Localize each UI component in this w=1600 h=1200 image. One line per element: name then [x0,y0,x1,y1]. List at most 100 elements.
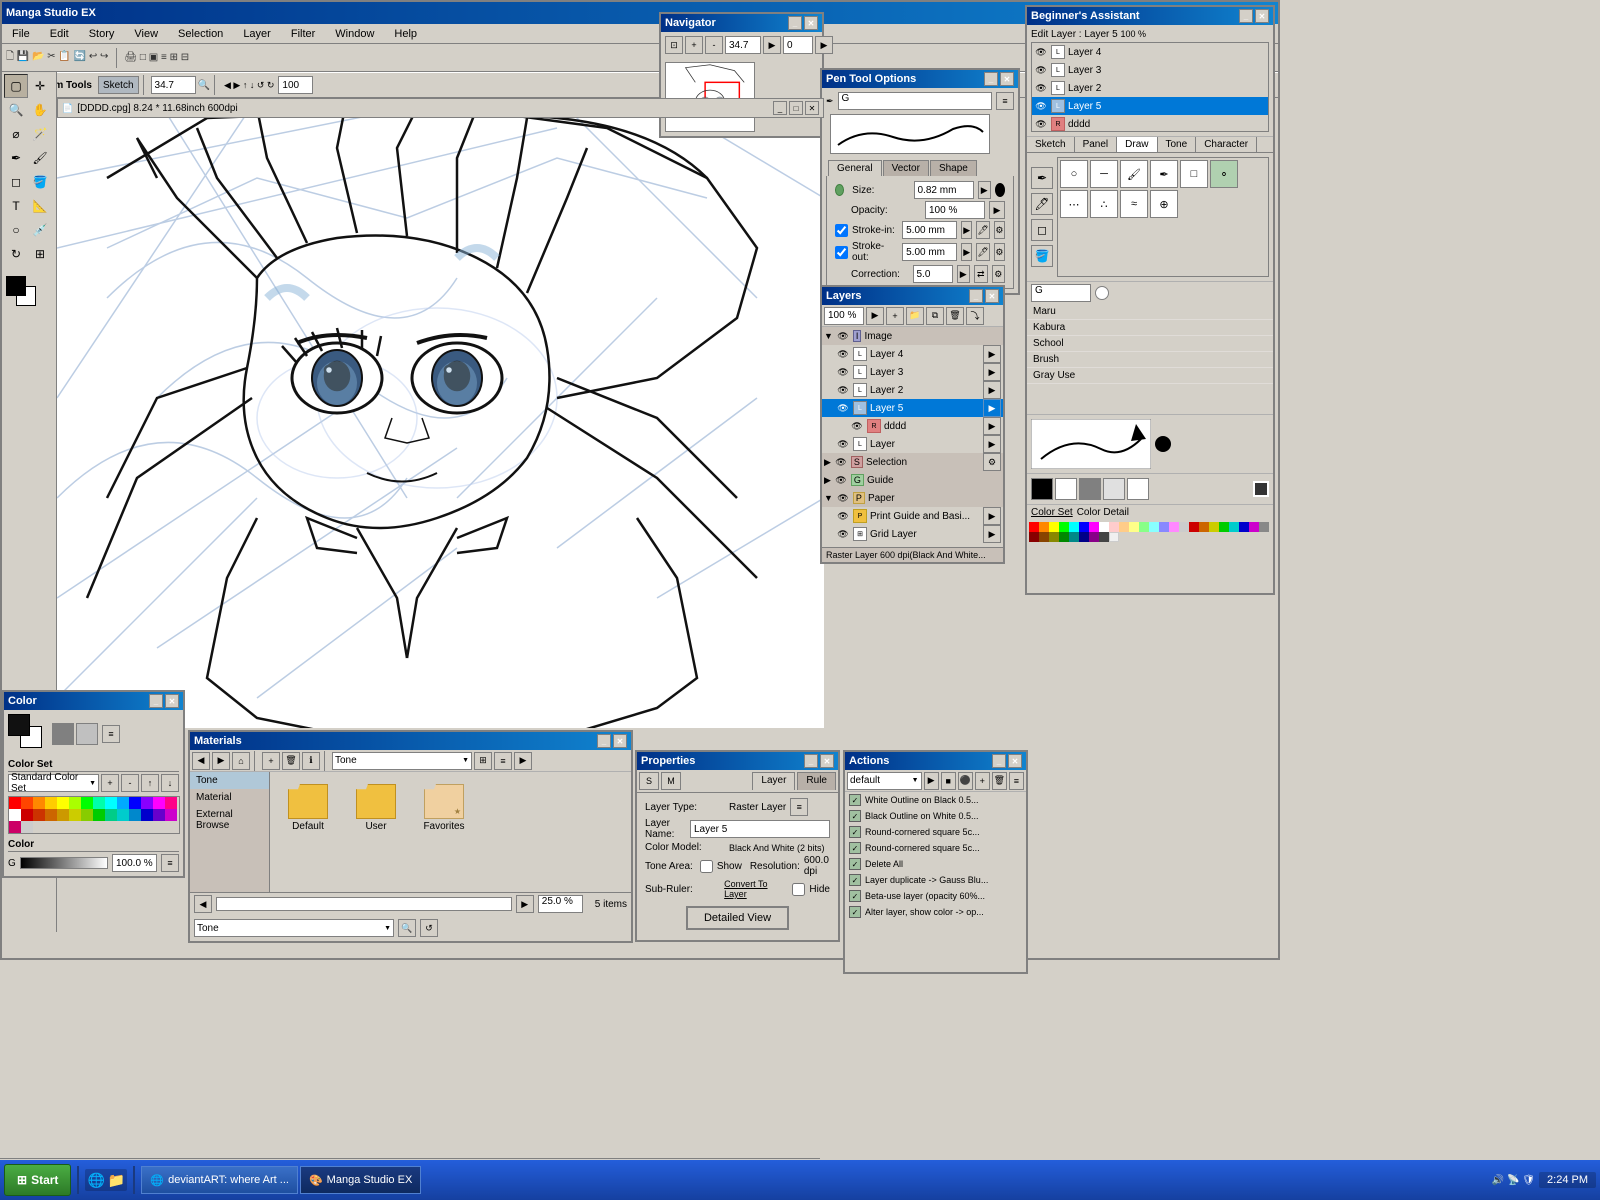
swatch-light-green[interactable] [1139,522,1149,532]
color-set-link[interactable]: Color Set [1031,507,1073,518]
nav-zoom-fit[interactable]: ⊡ [665,36,683,54]
cs2-11[interactable] [141,809,153,821]
mat-scroll-left[interactable]: ◀ [194,895,212,913]
cs-cyan[interactable] [105,797,117,809]
actions-preset-dropdown[interactable]: default [847,772,922,790]
swatch-green[interactable] [1059,522,1069,532]
prop-S-btn[interactable]: S [639,772,659,790]
image-visibility[interactable]: 👁 [836,329,850,343]
doc-maximize-btn[interactable]: □ [789,101,803,115]
mat-sidebar-tone[interactable]: Tone [190,772,269,789]
zoom-tool[interactable]: 🔍 [4,98,28,122]
lasso-tool[interactable]: ⌀ [4,122,28,146]
swatch-olive[interactable] [1049,532,1059,542]
swatch-dark-magenta[interactable] [1249,522,1259,532]
fg-color-box[interactable] [8,714,30,736]
current-brush-name[interactable]: G [1031,284,1091,302]
layer2-options[interactable]: ▶ [983,381,1001,399]
nav-close-btn[interactable]: ✕ [804,16,818,30]
g-value-input[interactable] [112,854,157,872]
brush-type-scatter[interactable]: ∴ [1090,190,1118,218]
selection-options[interactable]: ⚙ [983,453,1001,471]
cs2-5[interactable] [69,809,81,821]
size-input[interactable] [914,181,974,199]
color-minimize-btn[interactable]: _ [149,694,163,708]
sel-visibility[interactable]: 👁 [834,455,848,469]
layer-group-selection[interactable]: ▶ 👁 S Selection ⚙ [822,453,1003,471]
grid-options[interactable]: ▶ [983,525,1001,543]
prop-tab-layer[interactable]: Layer [752,772,795,790]
asst-dddd[interactable]: 👁 R dddd [1032,115,1268,132]
move-tool[interactable]: ✛ [28,74,52,98]
white-swatch2[interactable] [1127,478,1149,500]
prop-close-btn[interactable]: ✕ [820,754,834,768]
layer3-visibility[interactable]: 👁 [836,365,850,379]
stroke-out-checkbox[interactable] [835,246,848,259]
mat-home-btn[interactable]: ⌂ [232,752,250,770]
swatch-light-cyan[interactable] [1149,522,1159,532]
stroke-in-expand[interactable]: ▶ [961,221,972,239]
color-set-btn1[interactable]: + [101,774,119,792]
guide-layer-visibility[interactable]: 👁 [836,509,850,523]
gray-swatch[interactable] [1079,478,1101,500]
select-tool[interactable]: ▢ [4,74,28,98]
brush-type-flat[interactable]: ─ [1090,160,1118,188]
color-options-btn[interactable]: ≡ [102,725,120,743]
cs-gold[interactable] [45,797,57,809]
stroke-in-icon1[interactable]: 🖊 [976,221,989,239]
mat-size-dropdown[interactable]: Tone [332,752,472,770]
mat-sidebar-external[interactable]: External Browse [190,806,269,834]
brush-kabura[interactable]: Kabura [1027,320,1273,336]
transform-tool[interactable]: ⊞ [28,242,52,266]
swatch-brown[interactable] [1039,532,1049,542]
cs2-4[interactable] [57,809,69,821]
layer4-visibility[interactable]: 👁 [836,347,850,361]
stroke-out-icon1[interactable]: 🖊 [976,243,989,261]
asst-layer5[interactable]: 👁 L Layer 5 [1032,97,1268,115]
text-tool[interactable]: T [4,194,28,218]
asst-layer3[interactable]: 👁 L Layer 3 [1032,61,1268,79]
swatch-dark-red[interactable] [1189,522,1199,532]
swatch-light-magenta[interactable] [1169,522,1179,532]
doc-minimize-btn[interactable]: _ [773,101,787,115]
hand-tool[interactable]: ✋ [28,98,52,122]
brush-type-custom[interactable]: ✒ [1150,160,1178,188]
mat-view-icons[interactable]: ⊞ [474,752,492,770]
opacity-expand[interactable]: ▶ [989,201,1005,219]
menu-help[interactable]: Help [388,26,423,42]
layer-print-guide[interactable]: 👁 P Print Guide and Basi... ▶ [822,507,1003,525]
act-close-btn[interactable]: ✕ [1008,754,1022,768]
action-2-check[interactable]: ✓ [849,826,861,838]
brush-fill-icon[interactable]: 🪣 [1031,245,1053,267]
pen-minimize-btn[interactable]: _ [984,72,998,86]
pen-tool[interactable]: ✒ [4,146,28,170]
layer-name-input[interactable] [690,820,830,838]
layer-5[interactable]: 👁 L Layer 5 ▶ [822,399,1003,417]
tab-vector[interactable]: Vector [883,160,929,176]
taskbar-deviantart[interactable]: 🌐 deviantART: where Art ... [141,1166,298,1194]
brush-type-square[interactable]: □ [1180,160,1208,188]
menu-edit[interactable]: Edit [44,26,75,42]
asst-l2-eye[interactable]: 👁 [1034,81,1048,95]
mat-close-btn[interactable]: ✕ [613,734,627,748]
assistant-minimize-btn[interactable]: _ [1239,9,1253,23]
menu-window[interactable]: Window [329,26,380,42]
mat-sidebar-material[interactable]: Material [190,789,269,806]
asst-layer4[interactable]: 👁 L Layer 4 [1032,43,1268,61]
cs-green[interactable] [81,797,93,809]
brush-pen-icon[interactable]: ✒ [1031,167,1053,189]
mat-zoom-input[interactable]: 25.0 % [538,895,583,913]
action-4-check[interactable]: ✓ [849,858,861,870]
action-7-check[interactable]: ✓ [849,906,861,918]
brush-maru[interactable]: Maru [1027,304,1273,320]
layers-zoom-btn[interactable]: ▶ [866,307,884,325]
sketch-button[interactable]: Sketch [98,76,139,94]
mat-fwd-btn[interactable]: ▶ [212,752,230,770]
layer-group-guide[interactable]: ▶ 👁 G Guide [822,471,1003,489]
cs-aqua[interactable] [93,797,105,809]
mat-folder-favorites[interactable]: ★ Favorites [414,780,474,836]
layer-group-image[interactable]: ▼ 👁 I Image [822,327,1003,345]
asst-l3-eye[interactable]: 👁 [1034,63,1048,77]
swatch-dark-yellow[interactable] [1209,522,1219,532]
layers-duplicate[interactable]: ⧉ [926,307,944,325]
